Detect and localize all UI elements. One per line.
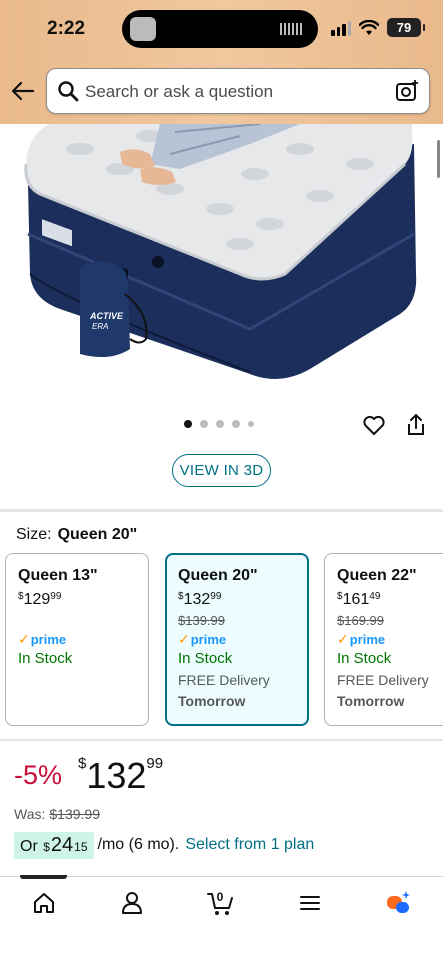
stock-status: In Stock bbox=[18, 650, 73, 667]
status-time: 2:22 bbox=[47, 18, 86, 39]
battery-icon: 79 bbox=[387, 18, 425, 37]
share-icon[interactable] bbox=[405, 413, 427, 437]
air-mattress-image: ACTIVE ERA ACTIVE ERA bbox=[24, 124, 417, 379]
delivery-day: Tomorrow bbox=[337, 693, 405, 709]
account-icon[interactable] bbox=[118, 889, 146, 917]
rufus-icon[interactable] bbox=[384, 889, 412, 917]
signal-icon bbox=[331, 20, 351, 36]
search-placeholder: Search or ask a question bbox=[85, 82, 274, 101]
delivery-info: FREE Delivery bbox=[337, 672, 429, 688]
carousel-dot[interactable] bbox=[232, 420, 240, 428]
svg-text:ERA: ERA bbox=[92, 322, 108, 331]
size-option-price: $12999 bbox=[18, 591, 62, 608]
stock-status: In Stock bbox=[178, 650, 233, 667]
wifi-icon bbox=[359, 19, 379, 35]
size-option-price: $13299 bbox=[178, 591, 222, 608]
svg-text:ACTIVE: ACTIVE bbox=[89, 311, 124, 321]
top-bar: 2:22 79 Search or ask a question bbox=[0, 0, 443, 124]
size-label: Size: Queen 20" bbox=[16, 526, 137, 544]
discount-percent: -5% bbox=[14, 760, 63, 790]
size-option-price: $16149 bbox=[337, 591, 381, 608]
divider bbox=[0, 509, 443, 512]
delivery-day: Tomorrow bbox=[178, 693, 246, 709]
size-option-was-price bbox=[18, 613, 148, 631]
camera-search-icon[interactable] bbox=[395, 79, 419, 103]
cart-count: 0 bbox=[216, 890, 224, 904]
size-option-queen-20[interactable]: Queen 20" $13299 $139.99 ✓ prime In Stock… bbox=[165, 553, 309, 726]
carousel-dot[interactable] bbox=[216, 420, 224, 428]
monthly-term: /mo (6 mo). bbox=[97, 836, 180, 853]
product-image[interactable]: ACTIVE ERA ACTIVE ERA bbox=[0, 124, 443, 394]
size-option-queen-22[interactable]: Queen 22" $16149 $169.99 ✓ prime In Stock… bbox=[324, 553, 443, 726]
prime-badge: ✓ prime bbox=[18, 631, 67, 647]
menu-icon[interactable] bbox=[296, 889, 324, 917]
prime-check-icon: ✓ bbox=[337, 631, 349, 647]
divider bbox=[0, 739, 443, 741]
was-price: Was: $139.99 bbox=[14, 806, 100, 822]
island-app-icon bbox=[130, 17, 156, 41]
size-selected-value: Queen 20" bbox=[57, 526, 138, 543]
prime-check-icon: ✓ bbox=[178, 631, 190, 647]
view-in-3d-button[interactable]: VIEW IN 3D bbox=[172, 454, 271, 487]
prime-badge: ✓ prime bbox=[337, 631, 386, 647]
monthly-price-highlight: Or $24 15 bbox=[14, 831, 94, 859]
prime-badge: ✓ prime bbox=[178, 631, 227, 647]
cart-icon[interactable]: 0 bbox=[206, 889, 234, 917]
image-carousel-dots[interactable] bbox=[184, 420, 254, 428]
status-icons: 79 bbox=[331, 18, 425, 37]
search-input[interactable]: Search or ask a question bbox=[46, 68, 430, 114]
size-option-title: Queen 13" bbox=[18, 567, 98, 584]
scroll-indicator bbox=[437, 140, 440, 178]
prime-check-icon: ✓ bbox=[18, 631, 30, 647]
size-label-text: Size: bbox=[16, 526, 52, 543]
size-option-was-price: $139.99 bbox=[178, 613, 225, 628]
stock-status: In Stock bbox=[337, 650, 392, 667]
current-price: $13299 bbox=[78, 755, 164, 796]
size-option-title: Queen 22" bbox=[337, 567, 417, 584]
carousel-dot[interactable] bbox=[200, 420, 208, 428]
select-plan-link[interactable]: Select from 1 plan bbox=[185, 836, 314, 854]
size-option-queen-13[interactable]: Queen 13" $12999 ✓ prime In Stock bbox=[5, 553, 149, 726]
heart-icon[interactable] bbox=[362, 413, 386, 437]
delivery-info: FREE Delivery bbox=[178, 672, 270, 688]
audio-wave-icon bbox=[280, 23, 302, 35]
size-option-was-price: $169.99 bbox=[337, 613, 384, 628]
search-icon bbox=[58, 81, 79, 102]
size-options: Queen 13" $12999 ✓ prime In Stock Queen 2… bbox=[5, 553, 443, 727]
home-icon[interactable] bbox=[30, 889, 58, 917]
monthly-payment: Or $24 15 /mo (6 mo). Select from 1 plan bbox=[14, 831, 314, 859]
size-option-title: Queen 20" bbox=[178, 567, 258, 584]
nav-active-indicator bbox=[20, 875, 67, 879]
dynamic-island bbox=[122, 10, 318, 48]
carousel-dot[interactable] bbox=[248, 421, 254, 427]
bottom-nav: 0 bbox=[0, 875, 443, 960]
carousel-dot[interactable] bbox=[184, 420, 192, 428]
back-arrow-icon[interactable] bbox=[10, 78, 36, 104]
